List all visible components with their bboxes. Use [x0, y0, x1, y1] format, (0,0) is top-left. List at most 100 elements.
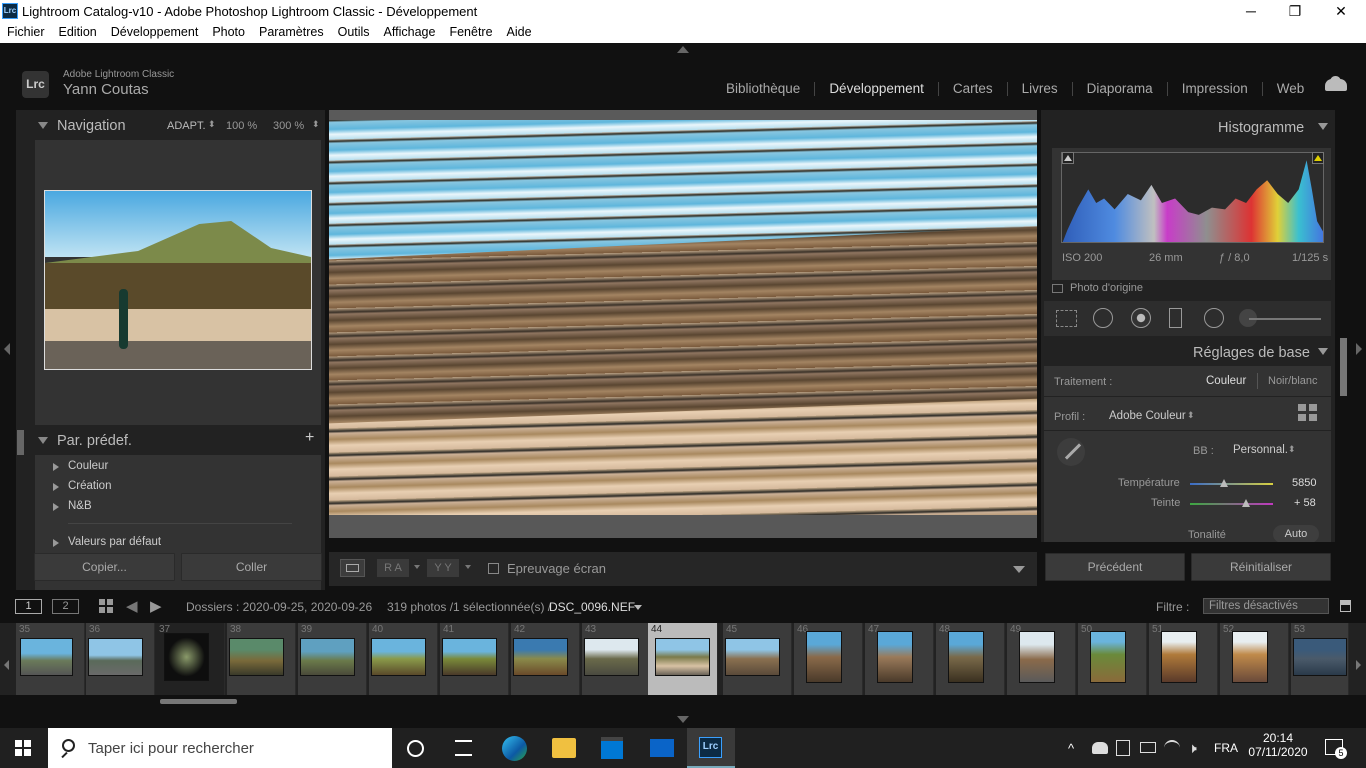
- thumbnail[interactable]: 45: [723, 623, 792, 695]
- tray-overflow-icon[interactable]: ^: [1068, 741, 1074, 756]
- copy-button[interactable]: Copier...: [34, 553, 175, 581]
- language-indicator[interactable]: FRA: [1214, 741, 1238, 755]
- right-panel-toggle-icon[interactable]: [1356, 343, 1362, 355]
- maximize-button[interactable]: ❐: [1272, 0, 1318, 22]
- menu-parametres[interactable]: Paramètres: [252, 22, 331, 43]
- thumbnail[interactable]: 47: [865, 623, 934, 695]
- module-impression[interactable]: Impression: [1168, 82, 1263, 96]
- tint-slider-track[interactable]: [1190, 503, 1273, 505]
- temp-value[interactable]: 5850: [1292, 477, 1316, 489]
- previous-button[interactable]: Précédent: [1045, 553, 1185, 581]
- thumbnail[interactable]: 43: [582, 623, 651, 695]
- zoom-stepper-icon[interactable]: ⬍: [312, 119, 320, 130]
- preset-group-couleur[interactable]: Couleur: [68, 460, 108, 472]
- brush-slider[interactable]: [1249, 318, 1321, 320]
- navigator-preview[interactable]: [44, 190, 312, 370]
- menu-fenetre[interactable]: Fenêtre: [442, 22, 499, 43]
- thumbnail[interactable]: 39: [298, 623, 367, 695]
- current-filename[interactable]: DSC_0096.NEF: [549, 600, 635, 614]
- edge-icon[interactable]: [502, 736, 527, 761]
- thumbnail[interactable]: 53: [1291, 623, 1349, 695]
- preset-group-defaults[interactable]: Valeurs par défaut: [68, 536, 161, 548]
- highlight-clipping-icon[interactable]: [1312, 152, 1324, 164]
- wb-select[interactable]: Personnal.: [1233, 444, 1288, 456]
- basic-collapse-icon[interactable]: [1318, 348, 1328, 355]
- expand-icon[interactable]: [53, 503, 59, 511]
- expand-icon[interactable]: [53, 483, 59, 491]
- grid-view-icon[interactable]: [99, 599, 114, 614]
- add-preset-button[interactable]: +: [305, 429, 314, 447]
- menu-edition[interactable]: Edition: [52, 22, 104, 43]
- before-after-menu-icon[interactable]: [414, 565, 420, 569]
- preset-group-creation[interactable]: Création: [68, 480, 111, 492]
- close-button[interactable]: ✕: [1318, 0, 1364, 22]
- minimize-button[interactable]: ─: [1228, 0, 1274, 22]
- presets-collapse-icon[interactable]: [38, 437, 48, 444]
- profile-stepper-icon[interactable]: ⬍: [1187, 410, 1195, 421]
- histogram-collapse-icon[interactable]: [1318, 123, 1328, 130]
- battery-icon[interactable]: [1140, 742, 1156, 753]
- filter-select[interactable]: Filtres désactivés: [1203, 598, 1329, 614]
- thumbnail[interactable]: 36: [86, 623, 155, 695]
- module-cartes[interactable]: Cartes: [939, 82, 1008, 96]
- security-icon[interactable]: [1116, 740, 1130, 756]
- thumbnail[interactable]: 51: [1149, 623, 1218, 695]
- bottom-panel-toggle-icon[interactable]: [677, 716, 689, 723]
- profile-select[interactable]: Adobe Couleur: [1109, 410, 1186, 422]
- treatment-color[interactable]: Couleur: [1206, 375, 1246, 387]
- thumbnail[interactable]: 52: [1220, 623, 1289, 695]
- cortana-icon[interactable]: [407, 740, 424, 757]
- softproof-checkbox[interactable]: [488, 563, 499, 574]
- tint-slider-handle[interactable]: [1242, 499, 1250, 507]
- thumbnail[interactable]: 48: [936, 623, 1005, 695]
- notification-icon[interactable]: 5: [1325, 739, 1347, 759]
- clock[interactable]: 20:14 07/11/2020: [1248, 731, 1308, 759]
- left-scrollbar[interactable]: [17, 430, 24, 455]
- crop-tool-icon[interactable]: [1056, 310, 1077, 327]
- filmstrip-right-icon[interactable]: [1356, 660, 1361, 670]
- file-explorer-icon[interactable]: [552, 738, 576, 758]
- treatment-bw[interactable]: Noir/blanc: [1268, 375, 1318, 387]
- menu-affichage[interactable]: Affichage: [377, 22, 443, 43]
- fit-stepper-icon[interactable]: ⬍: [208, 119, 216, 130]
- module-livres[interactable]: Livres: [1008, 82, 1073, 96]
- temp-slider-track[interactable]: [1190, 483, 1273, 485]
- redeye-icon[interactable]: [1131, 308, 1151, 328]
- auto-tone-button[interactable]: Auto: [1273, 525, 1319, 542]
- wb-eyedropper-icon[interactable]: [1057, 438, 1085, 466]
- thumbnail[interactable]: 49: [1007, 623, 1076, 695]
- thumbnail[interactable]: 40: [369, 623, 438, 695]
- main-image-view[interactable]: [329, 110, 1037, 538]
- filmstrip-left-icon[interactable]: [4, 660, 9, 670]
- swap-menu-icon[interactable]: [465, 565, 471, 569]
- menu-fichier[interactable]: Fichier: [0, 22, 52, 43]
- main-screen-button[interactable]: 1: [15, 599, 42, 614]
- volume-muted-icon[interactable]: 🕨: [1188, 740, 1197, 757]
- menu-photo[interactable]: Photo: [205, 22, 252, 43]
- zoom-fit[interactable]: ADAPT.: [167, 120, 206, 132]
- profile-browser-icon[interactable]: [1298, 404, 1318, 422]
- filmstrip-scrollbar[interactable]: [160, 699, 237, 704]
- source-folders[interactable]: Dossiers : 2020-09-25, 2020-09-26: [186, 600, 372, 614]
- search-box[interactable]: Taper ici pour rechercher: [48, 728, 392, 768]
- thumbnail[interactable]: 35: [16, 623, 85, 695]
- original-photo-checkbox[interactable]: [1052, 284, 1063, 293]
- forward-arrow-icon[interactable]: ▶: [150, 599, 162, 614]
- shadow-clipping-icon[interactable]: [1062, 152, 1074, 164]
- module-diaporama[interactable]: Diaporama: [1073, 82, 1168, 96]
- paste-button[interactable]: Coller: [181, 553, 322, 581]
- filename-menu-icon[interactable]: [634, 605, 642, 610]
- start-icon[interactable]: [15, 740, 31, 756]
- tint-value[interactable]: + 58: [1294, 497, 1316, 509]
- graduated-filter-icon[interactable]: [1169, 308, 1182, 328]
- mail-icon[interactable]: [650, 739, 674, 757]
- second-screen-button[interactable]: 2: [52, 599, 79, 614]
- spot-removal-icon[interactable]: [1093, 308, 1113, 328]
- reset-button[interactable]: Réinitialiser: [1191, 553, 1331, 581]
- expand-icon[interactable]: [53, 539, 59, 547]
- filter-lock-icon[interactable]: [1340, 600, 1351, 612]
- zoom-300[interactable]: 300 %: [273, 120, 304, 132]
- right-scrollbar[interactable]: [1340, 338, 1347, 396]
- menu-developpement[interactable]: Développement: [104, 22, 206, 43]
- thumbnail-selected[interactable]: 44: [648, 623, 718, 695]
